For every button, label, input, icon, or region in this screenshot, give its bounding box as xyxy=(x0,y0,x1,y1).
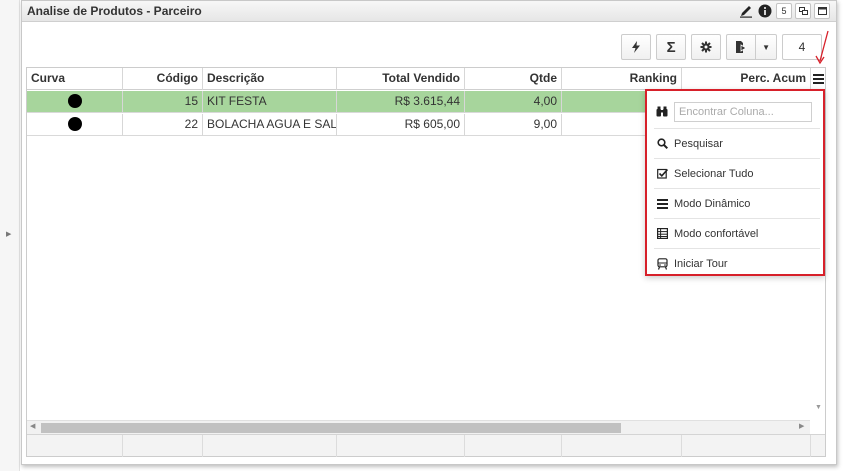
pencil-icon[interactable] xyxy=(738,3,754,19)
column-header-curva[interactable]: Curva xyxy=(27,68,123,90)
check-square-icon xyxy=(654,168,670,179)
cell-qtde: 4,00 xyxy=(465,91,562,113)
cell-descricao: KIT FESTA xyxy=(203,91,337,113)
find-column-row xyxy=(654,95,820,129)
scroll-right-arrow-icon[interactable]: ▶ xyxy=(799,422,804,430)
gear-icon[interactable] xyxy=(691,34,722,60)
scroll-down-arrow-icon[interactable]: ▼ xyxy=(815,404,822,411)
curve-dot-icon xyxy=(67,116,82,131)
footer-cell xyxy=(562,435,682,457)
cell-total-vendido: R$ 605,00 xyxy=(337,114,465,136)
cell-qtde: 9,00 xyxy=(465,114,562,136)
grid-toolbar: Σ ▼ 4 xyxy=(621,34,822,60)
scrollbar-thumb[interactable] xyxy=(41,423,621,433)
search-icon xyxy=(654,138,670,149)
side-panel-strip: ▶ xyxy=(0,0,20,471)
panel-header: Analise de Produtos - Parceiro 5 xyxy=(22,1,836,22)
column-header-qtde[interactable]: Qtde xyxy=(465,68,562,90)
horizontal-scrollbar[interactable]: ◀ ▶ xyxy=(27,420,810,434)
grid-footer xyxy=(27,434,825,457)
scroll-left-arrow-icon[interactable]: ◀ xyxy=(30,422,35,430)
cell-curva xyxy=(27,114,123,136)
lightning-icon[interactable] xyxy=(621,34,652,60)
menu-item-selecionar-tudo[interactable]: Selecionar Tudo xyxy=(654,159,820,189)
list-icon xyxy=(654,198,670,209)
panel-header-icons: 5 xyxy=(738,3,830,19)
column-options-menu: Pesquisar Selecionar Tudo Modo Dinâmico … xyxy=(645,89,825,276)
menu-item-modo-confortavel[interactable]: Modo confortável xyxy=(654,219,820,249)
menu-icon xyxy=(812,74,824,84)
cell-codigo: 22 xyxy=(123,114,203,136)
export-button-group: ▼ xyxy=(726,34,777,60)
column-header-perc-acum[interactable]: Perc. Acum xyxy=(682,68,811,90)
binoculars-icon xyxy=(654,106,670,117)
footer-cell xyxy=(465,435,562,457)
five-icon[interactable]: 5 xyxy=(776,3,792,19)
footer-cell xyxy=(123,435,203,457)
info-icon[interactable] xyxy=(757,3,773,19)
column-header-codigo[interactable]: Código xyxy=(123,68,203,90)
column-header-total-vendido[interactable]: Total Vendido xyxy=(337,68,465,90)
cell-codigo: 15 xyxy=(123,91,203,113)
column-menu-toggle[interactable] xyxy=(811,68,825,90)
expand-arrow-icon[interactable]: ▶ xyxy=(6,230,11,238)
panel-title: Analise de Produtos - Parceiro xyxy=(27,4,202,18)
menu-item-label: Modo confortável xyxy=(674,227,759,240)
table-icon xyxy=(654,228,670,239)
annotation-arrow-icon xyxy=(815,30,829,65)
column-header-descricao[interactable]: Descrição xyxy=(203,68,337,90)
menu-item-label: Selecionar Tudo xyxy=(674,167,754,180)
footer-cell xyxy=(682,435,811,457)
footer-cell xyxy=(337,435,465,457)
chevron-down-icon[interactable]: ▼ xyxy=(756,34,777,60)
menu-item-label: Modo Dinâmico xyxy=(674,197,751,210)
menu-item-label: Iniciar Tour xyxy=(674,258,728,270)
layout-icon[interactable] xyxy=(795,3,811,19)
cell-descricao: BOLACHA AGUA E SAL xyxy=(203,114,337,136)
menu-item-pesquisar[interactable]: Pesquisar xyxy=(654,129,820,159)
window-icon[interactable] xyxy=(814,3,830,19)
sum-icon[interactable]: Σ xyxy=(656,34,687,60)
column-header-ranking[interactable]: Ranking xyxy=(562,68,682,90)
export-icon[interactable] xyxy=(726,34,757,60)
footer-cell xyxy=(203,435,337,457)
menu-item-modo-dinamico[interactable]: Modo Dinâmico xyxy=(654,189,820,219)
grid-header-row: Curva Código Descrição Total Vendido Qtd… xyxy=(27,68,825,90)
menu-item-iniciar-tour[interactable]: Iniciar Tour xyxy=(654,249,820,279)
cell-total-vendido: R$ 3.615,44 xyxy=(337,91,465,113)
cell-curva xyxy=(27,91,123,113)
menu-item-label: Pesquisar xyxy=(674,137,723,150)
footer-cell xyxy=(27,435,123,457)
find-column-input[interactable] xyxy=(674,101,812,122)
curve-dot-icon xyxy=(67,93,82,108)
bus-icon xyxy=(654,258,670,270)
